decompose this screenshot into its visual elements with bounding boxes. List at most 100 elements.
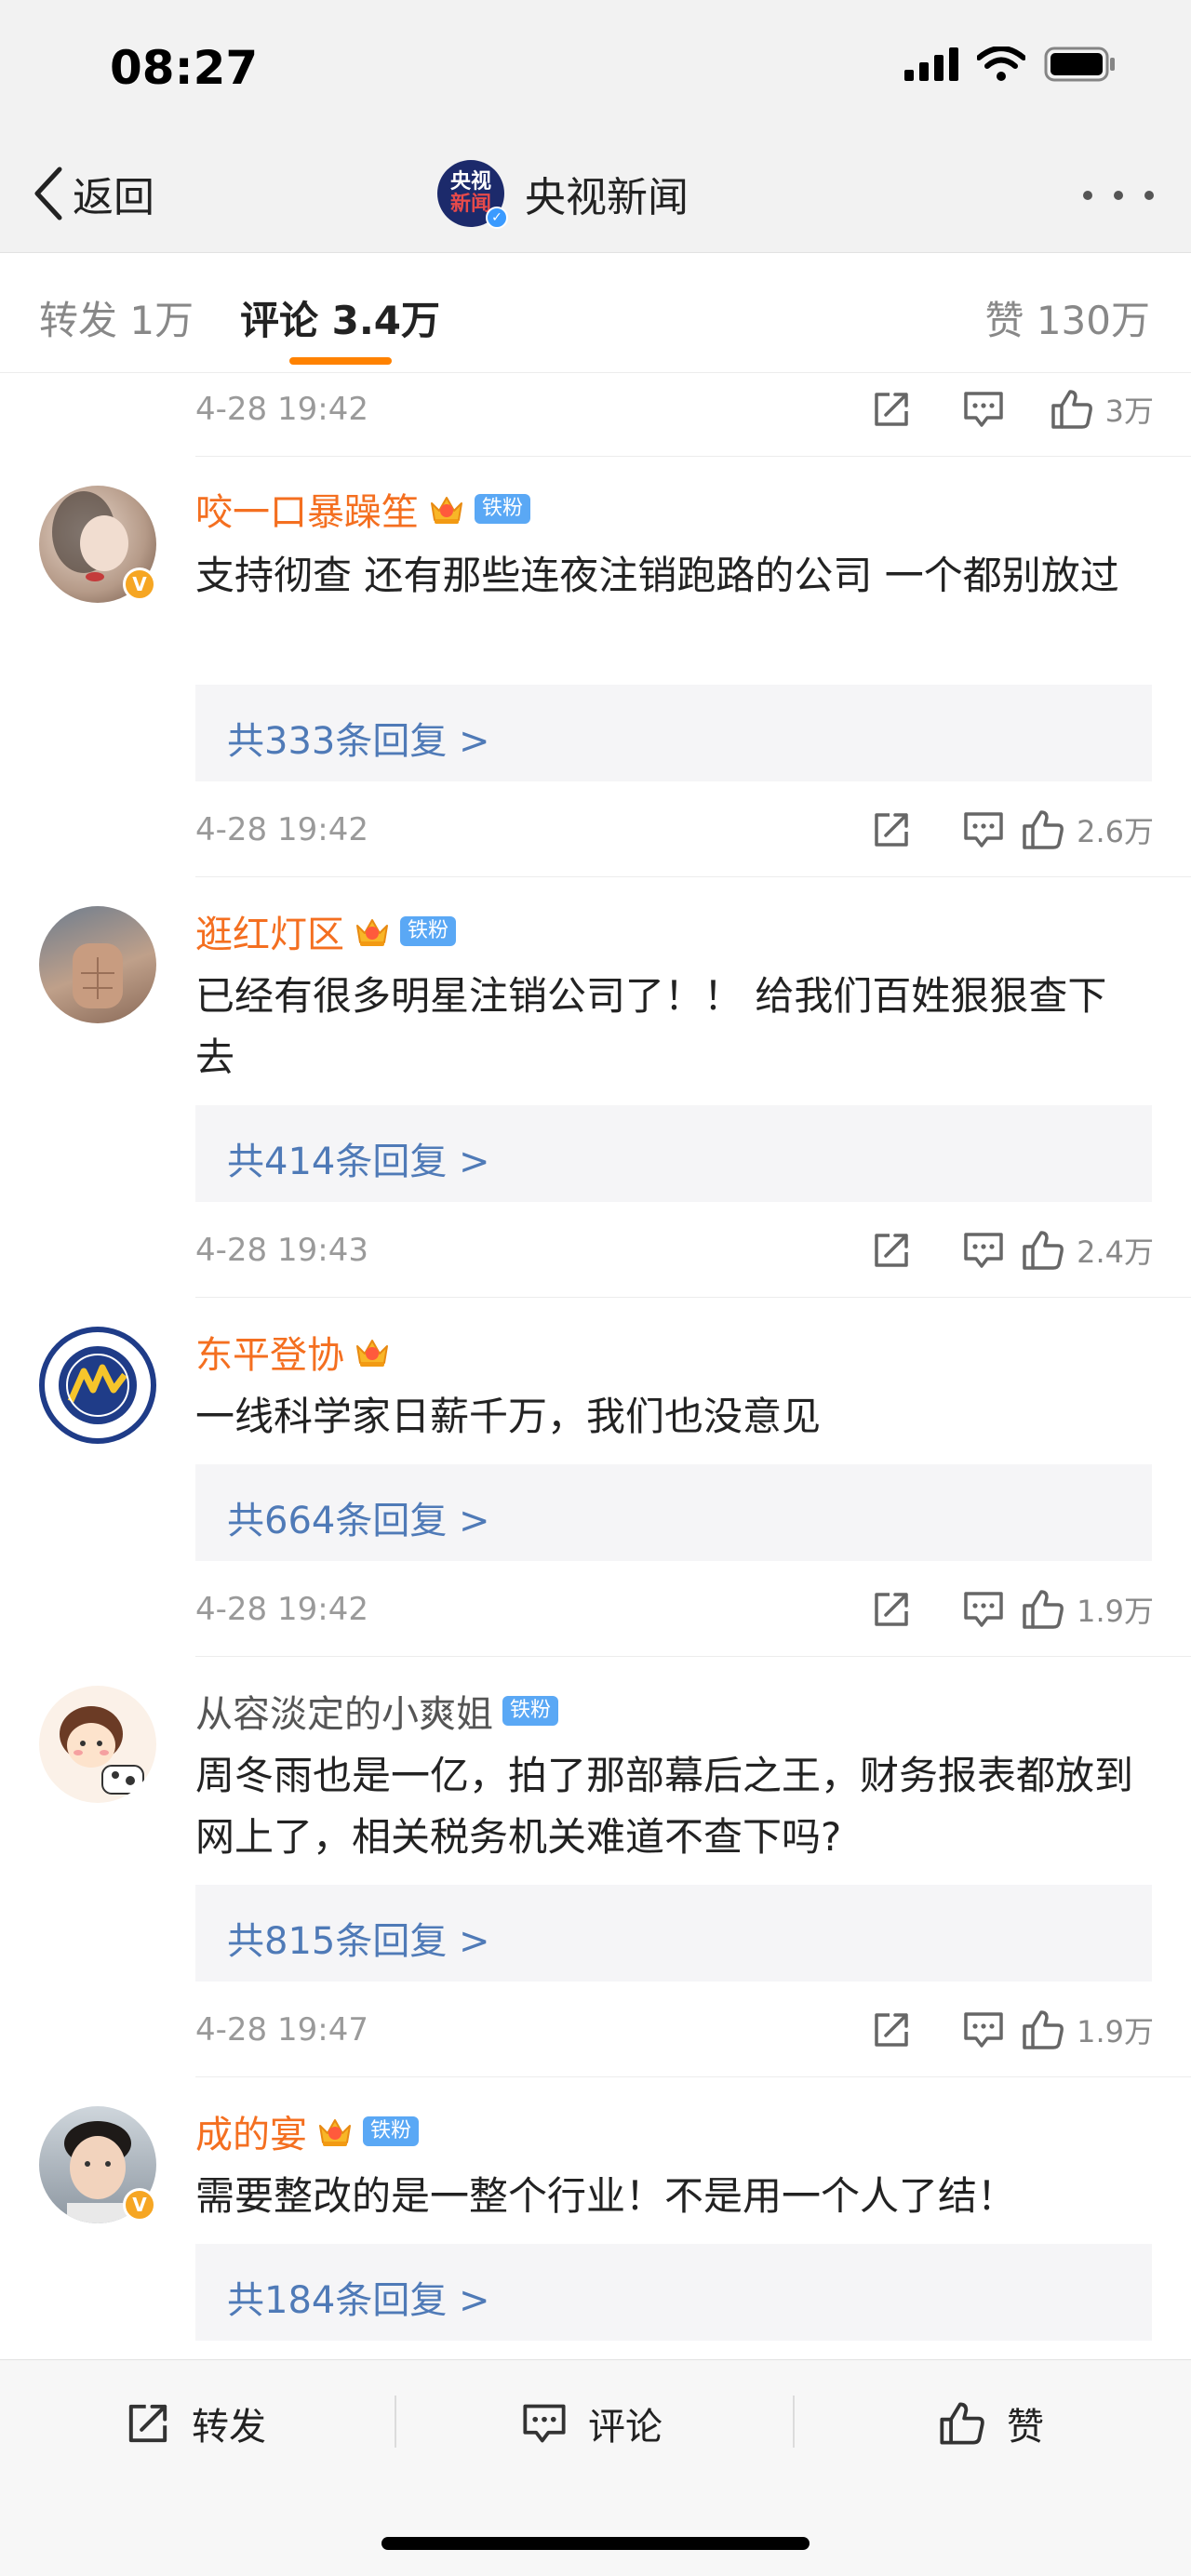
crown-icon [316,2113,354,2150]
comment-button[interactable] [912,1230,1005,1271]
fan-badge: 铁粉 [400,916,457,946]
share-button[interactable] [856,1589,912,1630]
like-count: 3万 [1104,394,1154,429]
avatar-image [73,943,123,1008]
like-button[interactable]: 2.6万 [1005,808,1154,851]
logo-line-2: 新闻 [449,193,491,216]
comment-button[interactable]: 评论 [521,2396,662,2451]
comment-actions: 2.4万 [856,1222,1154,1278]
comment-button[interactable] [912,809,1005,850]
comment-button[interactable] [912,389,1005,430]
fan-badge: 铁粉 [475,494,531,524]
divider [793,2396,795,2448]
share-icon [871,389,912,430]
back-label: 返回 [73,174,154,221]
active-tab-indicator [289,357,392,365]
like-button[interactable]: 赞 [938,2396,1044,2451]
like-count: 1.9万 [1077,2014,1154,2049]
comment-button[interactable] [912,2009,1005,2050]
comment-text: 已经有很多明星注销公司了！！ 给我们百姓狠狠查下去 [195,973,1107,1080]
home-indicator[interactable] [381,2537,810,2550]
comment-header: 从容淡定的小爽姐 铁粉 [195,1688,559,1736]
like-count: 1.9万 [1077,1594,1154,1629]
comment-icon [962,1230,1005,1271]
more-icon[interactable] [1083,177,1154,214]
username[interactable]: 咬一口暴躁笙 [195,482,419,536]
reply-count: 共414条回复 > [227,1141,490,1183]
bottom-toolbar: 转发 评论 赞 [0,2359,1191,2576]
like-button[interactable]: 2.4万 [1005,1229,1154,1272]
like-icon [1050,388,1094,431]
username[interactable]: 成的宴 [195,2104,307,2158]
back-button[interactable]: 返回 [32,164,154,223]
comment-meta: 4-28 19:42 2.6万 [195,802,1154,858]
verified-icon: V [123,2188,156,2222]
like-icon [1021,1588,1065,1631]
comment-actions: 3万 [856,381,1154,437]
comment-actions: 1.9万 [856,1582,1154,1637]
share-icon [871,809,912,850]
avatar-image [59,1346,137,1424]
comment-icon [962,389,1005,430]
comment-meta: 4-28 19:43 2.4万 [195,1222,1154,1278]
share-button[interactable] [856,389,912,430]
repost-button[interactable]: 转发 [125,2396,266,2451]
like-button[interactable]: 1.9万 [1005,2009,1154,2051]
status-bar: 08:27 [0,0,1191,140]
comment-text: 一线科学家日薪千万，我们也没意见 [195,1394,822,1439]
share-icon [128,2404,167,2443]
comment-text: 支持彻查 还有那些连夜注销跑路的公司 一个都别放过 [195,553,1119,598]
comment-time: 4-28 19:43 [195,1232,368,1269]
comment-actions: 1.9万 [856,2002,1154,2058]
battery-icon [1044,47,1115,82]
comment-icon [962,1589,1005,1630]
username[interactable]: 逛红灯区 [195,904,344,958]
comment-meta-top: 4-28 19:42 3万 [195,381,1154,437]
crown-icon [354,1333,391,1370]
share-icon [871,1230,912,1271]
share-icon [871,1589,912,1630]
like-icon [1021,2009,1065,2051]
nav-bar: 返回 央视 新闻 ✓ 央视新闻 [0,140,1191,253]
account-header[interactable]: 央视 新闻 ✓ 央视新闻 [437,158,689,229]
tab-likes[interactable]: 赞 130万 [984,289,1150,346]
username[interactable]: 从容淡定的小爽姐 [195,1684,493,1738]
repost-label: 转发 [192,2406,266,2449]
like-button[interactable]: 1.9万 [1005,1588,1154,1631]
like-count: 2.6万 [1077,814,1154,849]
reply-thread-button[interactable]: 共414条回复 > [195,1105,1152,1202]
comment-icon [962,2009,1005,2050]
logo-line-1: 央视 [449,170,491,194]
share-button[interactable] [856,809,912,850]
comment-header: 东平登协 [195,1328,391,1377]
tabs-bar: 转发 1万 评论 3.4万 赞 130万 [0,254,1191,373]
comment-button[interactable] [912,1589,1005,1630]
comment-label: 评论 [588,2406,662,2449]
comment-header: 逛红灯区 铁粉 [195,908,457,956]
comment-icon [523,2404,566,2443]
account-logo: 央视 新闻 ✓ [437,160,508,229]
comment-header: 咬一口暴躁笙 铁粉 [195,486,531,534]
reply-thread-button[interactable]: 共184条回复 > [195,2244,1152,2341]
reply-thread-button[interactable]: 共815条回复 > [195,1885,1152,1982]
reply-thread-button[interactable]: 共664条回复 > [195,1464,1152,1561]
avatar[interactable] [39,1686,156,1803]
comment-actions: 2.6万 [856,802,1154,858]
like-icon [1021,808,1065,851]
divider [195,456,1191,457]
fan-badge: 铁粉 [502,1696,559,1726]
share-button[interactable] [856,2009,912,2050]
divider [395,2396,396,2448]
like-button[interactable]: 3万 [1005,388,1154,431]
fan-badge: 铁粉 [363,2116,420,2146]
share-icon [871,2009,912,2050]
comment-time: 4-28 19:42 [195,391,368,428]
avatar[interactable] [39,906,156,1023]
reply-count: 共184条回复 > [227,2279,490,2322]
reply-thread-button[interactable]: 共333条回复 > [195,685,1152,781]
tab-comments[interactable]: 评论 3.4万 [240,289,440,346]
share-button[interactable] [856,1230,912,1271]
username[interactable]: 东平登协 [195,1325,344,1379]
avatar[interactable] [39,1327,156,1444]
tab-repost[interactable]: 转发 1万 [39,289,194,346]
